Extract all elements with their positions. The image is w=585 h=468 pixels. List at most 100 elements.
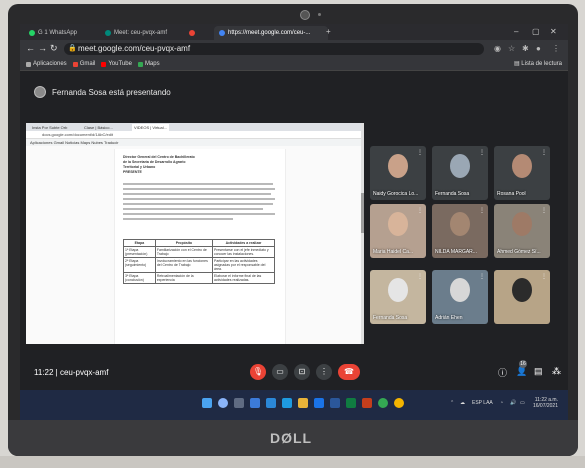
new-tab-plus-icon[interactable]: + <box>326 27 331 36</box>
tile-options-icon[interactable]: ⋮ <box>417 207 423 214</box>
chat-icon[interactable]: ▤ <box>534 366 543 377</box>
info-icon[interactable]: ⓘ <box>498 366 507 379</box>
doc-text-line <box>123 218 233 220</box>
present-button[interactable]: ⊡ <box>294 364 310 380</box>
app-icon[interactable] <box>394 398 404 408</box>
back-arrow-icon[interactable]: ← <box>26 43 35 53</box>
participant-tile[interactable]: ⋮ NILDA MARGAR... <box>432 204 488 258</box>
whatsapp-icon <box>29 30 35 36</box>
tile-options-icon[interactable]: ⋮ <box>479 149 485 156</box>
more-options-button[interactable]: ⋮ <box>316 364 332 380</box>
file-explorer-icon[interactable] <box>298 398 308 408</box>
chrome-icon[interactable] <box>378 398 388 408</box>
browser-tab-meet[interactable]: Meet: ceu-pvqx-amf <box>100 26 188 40</box>
camera-button[interactable]: ▭ <box>272 364 288 380</box>
meeting-controls-bar: 11:22 | ceu-pvqx-amf 🎙 ▭ ⊡ ⋮ ☎ ⓘ 👤 16 ▤ … <box>20 360 568 384</box>
participant-name: Fernanda Sosa <box>435 191 470 197</box>
language-indicator[interactable]: ESP LAA <box>472 400 493 406</box>
participant-video <box>450 154 470 178</box>
bookmark-maps[interactable]: Maps <box>137 61 160 67</box>
tab-label: G 1 WhatsApp <box>38 30 78 36</box>
dell-logo: DØLL <box>270 430 313 446</box>
table-cell: Presentarse con el jefe inmediato y cono… <box>211 246 276 258</box>
bookmark-gmail[interactable]: Gmail <box>72 61 95 67</box>
scrollbar-thumb[interactable] <box>361 193 364 233</box>
tile-options-icon[interactable]: ⋮ <box>479 207 485 214</box>
search-icon[interactable] <box>218 398 228 408</box>
people-button[interactable]: 👤 16 <box>516 360 527 377</box>
doc-table-header: Propósito <box>154 239 213 247</box>
lock-icon: 🔒 <box>68 45 77 52</box>
close-icon[interactable]: ✕ <box>550 27 557 36</box>
maximize-icon[interactable]: ▢ <box>532 27 540 36</box>
menu-kebab-icon[interactable]: ⋮ <box>552 44 560 53</box>
end-call-button[interactable]: ☎ <box>338 364 360 380</box>
browser-tab-active[interactable]: https://meet.google.com/ceu-... <box>214 26 328 40</box>
store-icon[interactable] <box>314 398 324 408</box>
battery-icon[interactable]: ▭ <box>520 400 525 406</box>
teams-icon[interactable] <box>266 398 276 408</box>
participant-tile[interactable]: ⋮ Rosana Pool <box>494 146 550 200</box>
tile-options-icon[interactable]: ⋮ <box>541 207 547 214</box>
mic-off-icon: 🎙 <box>252 367 264 376</box>
meeting-time: 11:22 <box>34 368 54 377</box>
browser-address-row: ← → ↻ 🔒 meet.google.com/ceu-pvqx-amf ◉ ☆… <box>20 40 568 58</box>
gmail-icon <box>72 61 78 67</box>
mic-off-button[interactable]: 🎙 <box>250 364 266 380</box>
presenter-avatar <box>34 86 46 98</box>
doc-text-line <box>123 208 263 210</box>
activities-icon[interactable]: ⁂ <box>552 366 561 377</box>
participant-name: Rosana Pool <box>497 191 526 197</box>
windows-start-icon[interactable] <box>202 398 212 408</box>
url-text: meet.google.com/ceu-pvqx-amf <box>78 44 191 53</box>
participant-tile[interactable]: ⋮ Naidy Gorocica Lo... <box>370 146 426 200</box>
edge-icon[interactable] <box>282 398 292 408</box>
tile-options-icon[interactable]: ⋮ <box>479 273 485 280</box>
onedrive-icon[interactable]: ☁ <box>460 400 465 406</box>
taskbar-clock[interactable]: 11:22 a.m. 16/07/2021 <box>528 397 558 409</box>
tile-options-icon[interactable]: ⋮ <box>541 273 547 280</box>
forward-arrow-icon[interactable]: → <box>38 43 47 53</box>
shared-tab: Insta Por Subte Orb <box>32 125 68 130</box>
table-row: 3ª Etapa (conclusión) Retroalimentación … <box>123 272 276 284</box>
doc-text-line <box>123 193 271 195</box>
word-icon[interactable] <box>330 398 340 408</box>
bookmark-apps[interactable]: Aplicaciones <box>26 61 67 67</box>
participant-tile[interactable]: ⋮ Fernanda Sosa <box>432 146 488 200</box>
participant-tile[interactable]: ⋮ Fernanda Sosa <box>370 270 426 324</box>
widgets-icon[interactable] <box>250 398 260 408</box>
star-icon[interactable]: ☆ <box>508 44 515 53</box>
powerpoint-icon[interactable] <box>362 398 372 408</box>
participant-tile[interactable]: ⋮ Maria Haidel Ca... <box>370 204 426 258</box>
participant-tile[interactable]: ⋮ <box>494 270 550 324</box>
reading-list-button[interactable]: ▤ Lista de lectura <box>514 60 562 67</box>
task-view-icon[interactable] <box>234 398 244 408</box>
wifi-icon[interactable]: ◔ <box>500 400 503 406</box>
tile-options-icon[interactable]: ⋮ <box>417 273 423 280</box>
table-cell: 3ª Etapa (conclusión) <box>123 272 156 284</box>
volume-icon[interactable]: 🔊 <box>510 400 516 406</box>
minimize-icon[interactable]: – <box>514 27 518 36</box>
participant-name: Ahmed Gómez Sí... <box>497 249 541 255</box>
participant-tile[interactable]: ⋮ Ahmed Gómez Sí... <box>494 204 550 258</box>
camera-icon: ▭ <box>276 367 284 376</box>
webcam-light-icon <box>318 13 321 16</box>
tab-label: Meet: ceu-pvqx-amf <box>114 30 168 36</box>
participant-tile[interactable]: ⋮ Adrián Ehen <box>432 270 488 324</box>
shared-scrollbar[interactable] <box>361 123 364 344</box>
tile-options-icon[interactable]: ⋮ <box>417 149 423 156</box>
doc-text-line <box>123 203 273 205</box>
tile-options-icon[interactable]: ⋮ <box>541 149 547 156</box>
extension-icon[interactable]: ✱ <box>522 44 529 53</box>
excel-icon[interactable] <box>346 398 356 408</box>
browser-tab-whatsapp[interactable]: G 1 WhatsApp <box>24 26 104 40</box>
url-bar[interactable]: 🔒 meet.google.com/ceu-pvqx-amf <box>64 43 484 55</box>
tab-label: https://meet.google.com/ceu-... <box>228 30 311 36</box>
profile-icon[interactable]: ● <box>536 44 541 53</box>
participant-name: NILDA MARGAR... <box>435 249 477 255</box>
bookmark-youtube[interactable]: YouTube <box>101 61 132 67</box>
participant-name: Naidy Gorocica Lo... <box>373 191 419 197</box>
reload-icon[interactable]: ↻ <box>50 43 58 54</box>
camera-permission-icon[interactable]: ◉ <box>494 44 501 53</box>
tray-chevron-icon[interactable]: ⌃ <box>450 400 454 406</box>
